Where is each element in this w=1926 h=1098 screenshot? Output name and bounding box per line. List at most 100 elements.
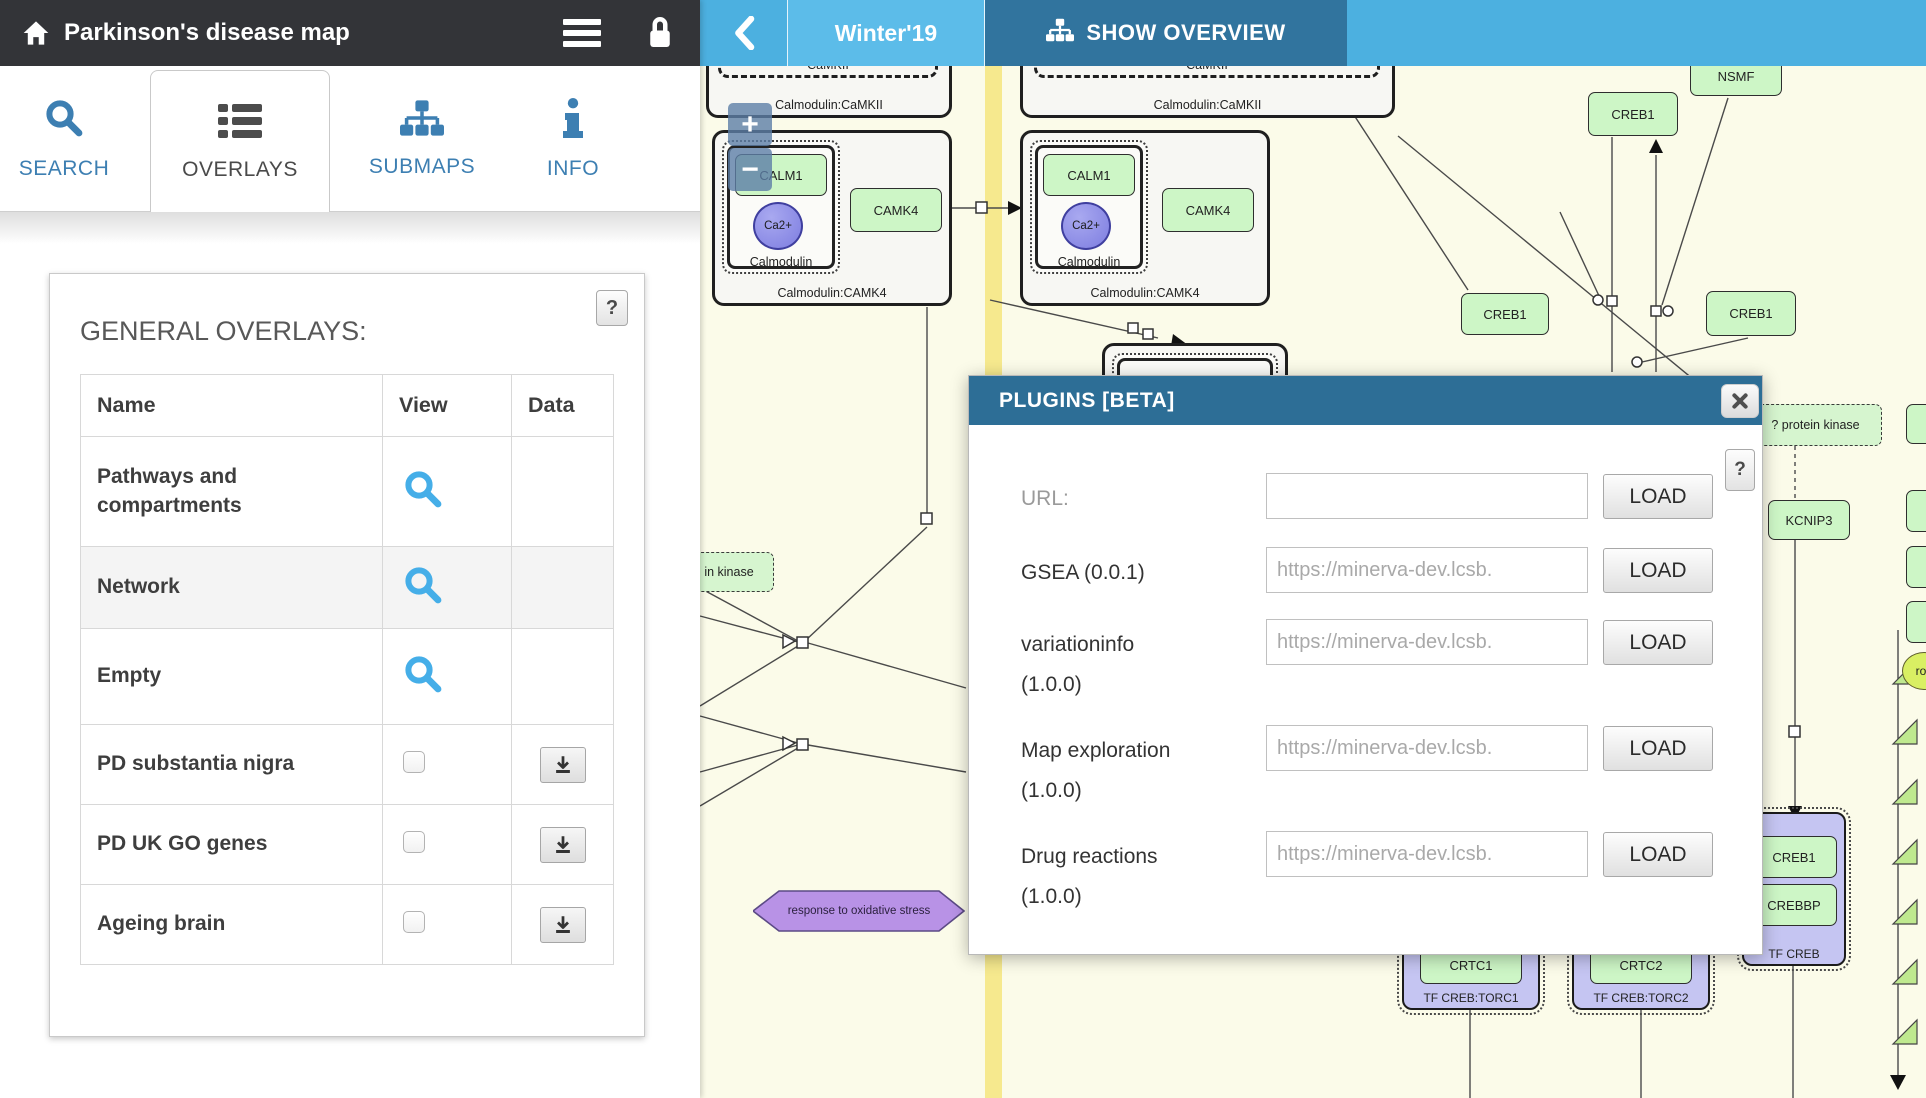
application-window: Calmodulin:CaMKIICaMKIICalmodulin:CaMKII… <box>0 0 1926 1098</box>
tabs-shadow <box>0 212 700 244</box>
plugin-url-input[interactable] <box>1266 473 1588 519</box>
plugins-dialog: PLUGINS [BETA] ? URL:LOADGSEA (0.0.1)LOA… <box>968 375 1763 955</box>
map-node-ca2-[interactable]: Ca2+ <box>753 202 803 250</box>
map-zoom-control: + − <box>728 103 772 193</box>
sitemap-icon <box>400 100 444 141</box>
load-plugin-button[interactable]: LOAD <box>1603 620 1713 665</box>
left-sidebar: Parkinson's disease map SEARCH OVERLAYSSU… <box>0 0 700 1098</box>
overlay-row: Empty <box>81 629 614 725</box>
plugin-label: Drug reactions(1.0.0) <box>1021 837 1158 917</box>
plugin-url-input[interactable] <box>1266 725 1588 771</box>
load-plugin-button[interactable]: LOAD <box>1603 726 1713 771</box>
map-node-camk4[interactable]: CAMK4 <box>850 188 942 232</box>
plugins-dialog-header[interactable]: PLUGINS [BETA] <box>969 376 1762 425</box>
page-title: Parkinson's disease map <box>64 19 350 47</box>
column-header-view: View <box>383 375 512 437</box>
overlay-visibility-checkbox[interactable] <box>403 831 425 853</box>
map-node-calm1[interactable]: CALM1 <box>1043 154 1135 196</box>
list-icon <box>218 103 262 144</box>
map-node-label: response to oxidative stress <box>788 905 931 917</box>
overlay-name: Pathways and compartments <box>81 437 383 547</box>
overlay-visibility-checkbox[interactable] <box>403 911 425 933</box>
map-node-label: Calmodulin:CAMK4 <box>715 286 949 300</box>
overlay-visibility-checkbox[interactable] <box>403 751 425 773</box>
load-plugin-button[interactable]: LOAD <box>1603 832 1713 877</box>
info-icon <box>563 98 583 143</box>
overlay-name: PD UK GO genes <box>81 805 383 885</box>
load-plugin-button[interactable]: LOAD <box>1603 474 1713 519</box>
overlay-name: PD substantia nigra <box>81 725 383 805</box>
column-header-data: Data <box>512 375 614 437</box>
chevron-left-icon <box>731 16 757 50</box>
view-overlay-icon[interactable] <box>403 469 443 509</box>
map-node-creb1[interactable]: CREB1 <box>1706 291 1796 336</box>
zoom-in-button[interactable]: + <box>728 103 772 146</box>
plugin-url-input[interactable] <box>1266 831 1588 877</box>
plugin-label: GSEA (0.0.1) <box>1021 553 1145 593</box>
map-node-creb1[interactable]: CREB1 <box>1751 836 1837 878</box>
plugin-row: Map exploration(1.0.0)LOAD <box>969 725 1762 771</box>
map-node-response-to-oxidative-stress[interactable]: response to oxidative stress <box>753 890 965 932</box>
plugin-row: GSEA (0.0.1) LOAD <box>969 547 1762 593</box>
map-node-label: TF CREB:TORC2 <box>1574 991 1708 1005</box>
download-overlay-button[interactable] <box>540 747 586 783</box>
menu-icon[interactable] <box>563 14 605 52</box>
view-overlay-icon[interactable] <box>403 565 443 605</box>
map-node-label: Calmodulin <box>1032 255 1146 269</box>
tab-label: SEARCH <box>19 157 110 181</box>
home-icon[interactable] <box>22 20 50 46</box>
map-node-crebbp[interactable]: CREBBP <box>1751 884 1837 926</box>
map-node-creb1[interactable]: CREB1 <box>1588 92 1678 136</box>
plugin-row: URL: LOAD <box>969 473 1762 519</box>
download-overlay-button[interactable] <box>540 827 586 863</box>
overlay-name: Network <box>81 547 383 629</box>
download-icon <box>553 755 573 775</box>
tab-submaps[interactable]: SUBMAPS <box>357 66 487 212</box>
map-node--protein-kinase[interactable]: ? protein kinase <box>1749 404 1882 446</box>
lock-icon[interactable] <box>642 13 678 53</box>
plugins-dialog-title: PLUGINS [BETA] <box>999 389 1175 413</box>
plugin-label: Map exploration(1.0.0) <box>1021 731 1170 811</box>
tab-search[interactable]: SEARCH <box>0 66 129 212</box>
download-icon <box>553 835 573 855</box>
map-node-ca2-[interactable]: Ca2+ <box>1061 202 1111 250</box>
map-node-label: Calmodulin:CAMK4 <box>1023 286 1267 300</box>
overlay-name: Ageing brain <box>81 885 383 965</box>
column-header-name: Name <box>81 375 383 437</box>
map-node-creb1[interactable]: CREB1 <box>1461 293 1549 335</box>
overlay-row: PD substantia nigra <box>81 725 614 805</box>
map-node-kcnip3[interactable]: KCNIP3 <box>1768 500 1850 540</box>
download-overlay-button[interactable] <box>540 907 586 943</box>
magnifier-icon <box>44 98 84 143</box>
plugin-row: Drug reactions(1.0.0)LOAD <box>969 831 1762 877</box>
back-button[interactable] <box>700 0 788 66</box>
show-overview-label: SHOW OVERVIEW <box>1086 20 1285 46</box>
close-icon[interactable] <box>1721 384 1759 418</box>
sidebar-tabs: SEARCH OVERLAYSSUBMAPSINFO <box>0 66 700 212</box>
view-overlay-icon[interactable] <box>403 654 443 694</box>
tab-overlays[interactable]: OVERLAYS <box>150 70 330 213</box>
overlay-row: Ageing brain <box>81 885 614 965</box>
map-node-label: Calmodulin <box>724 255 838 269</box>
download-icon <box>553 915 573 935</box>
overlays-help-button[interactable]: ? <box>596 290 628 326</box>
map-node-species[interactable] <box>1906 404 1926 444</box>
plugin-url-input[interactable] <box>1266 547 1588 593</box>
map-node-species[interactable] <box>1906 601 1926 643</box>
map-node-camk4[interactable]: CAMK4 <box>1162 188 1254 232</box>
tab-info[interactable]: INFO <box>508 66 638 212</box>
overlays-panel: ? GENERAL OVERLAYS: NameViewData Pathway… <box>49 273 645 1037</box>
map-node-species[interactable] <box>1906 490 1926 532</box>
plugin-label: variationinfo(1.0.0) <box>1021 625 1134 705</box>
overlay-row: Pathways and compartments <box>81 437 614 547</box>
zoom-out-button[interactable]: − <box>728 148 772 191</box>
overlay-row: Network <box>81 547 614 629</box>
overlays-table: NameViewData Pathways and compartmentsNe… <box>80 374 614 965</box>
map-node-species[interactable] <box>1906 546 1926 588</box>
plugin-url-input[interactable] <box>1266 619 1588 665</box>
show-overview-button[interactable]: SHOW OVERVIEW <box>985 0 1347 66</box>
map-node-label: Calmodulin:CaMKII <box>1023 98 1392 112</box>
load-plugin-button[interactable]: LOAD <box>1603 548 1713 593</box>
plugin-label: URL: <box>1021 479 1069 519</box>
project-tab-winter19[interactable]: Winter'19 <box>788 0 985 66</box>
